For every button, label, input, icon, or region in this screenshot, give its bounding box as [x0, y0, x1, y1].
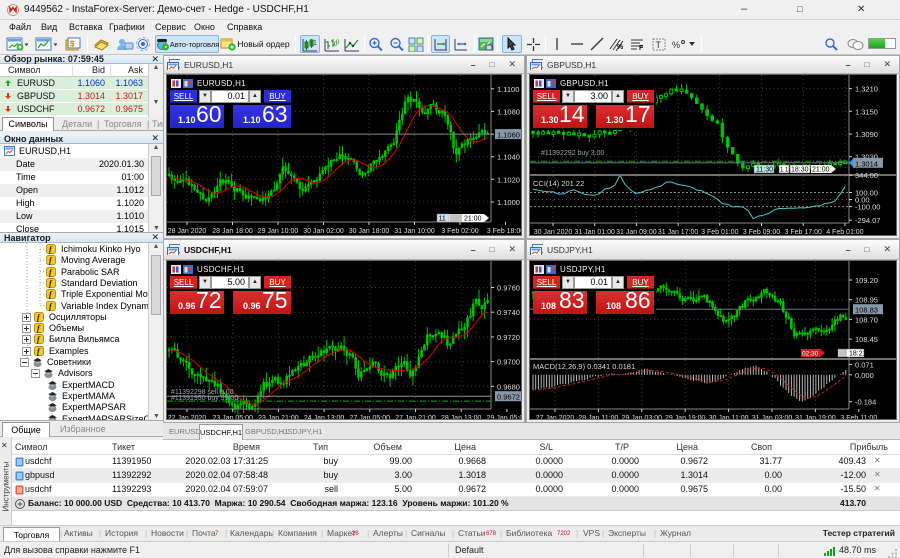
svg-text:-100.00: -100.00 [855, 203, 880, 212]
svg-text:18:30: 18:30 [791, 167, 809, 174]
svg-text:0.9700: 0.9700 [497, 358, 520, 367]
svg-text:31 Jan 01:00: 31 Jan 01:00 [574, 229, 615, 236]
svg-text:1.3150: 1.3150 [855, 107, 878, 116]
svg-text:108.95: 108.95 [855, 296, 878, 305]
svg-text:30 Jan 11:00: 30 Jan 11:00 [709, 415, 749, 420]
svg-text:1.1020: 1.1020 [497, 175, 520, 184]
svg-text:31 Jan 09:00: 31 Jan 09:00 [616, 229, 657, 236]
svg-text:28 Jan 2020: 28 Jan 2020 [168, 228, 207, 235]
svg-text:1.1040: 1.1040 [497, 153, 520, 162]
svg-text:0.9680: 0.9680 [497, 382, 520, 391]
svg-text:109.20: 109.20 [855, 276, 878, 285]
svg-text:4 Feb 01:00: 4 Feb 01:00 [826, 229, 863, 236]
svg-text:29 Jan 03:00: 29 Jan 03:00 [622, 415, 663, 420]
svg-text:31 Jan 03:00: 31 Jan 03:00 [752, 415, 793, 420]
svg-text:$: $ [70, 39, 75, 48]
svg-text:1.3210: 1.3210 [855, 85, 878, 94]
svg-text:31 Jan 10:00: 31 Jan 10:00 [394, 228, 435, 235]
svg-text:-294.07: -294.07 [855, 216, 880, 225]
svg-text:27 Jan 05:00: 27 Jan 05:00 [350, 415, 391, 420]
svg-text:0.000: 0.000 [855, 371, 874, 380]
svg-text:29 Jan 10:00: 29 Jan 10:00 [258, 228, 299, 235]
svg-text:3 Feb 01:00: 3 Feb 01:00 [701, 229, 738, 236]
svg-text:344.00: 344.00 [855, 171, 878, 180]
svg-text:11:30: 11:30 [756, 167, 773, 174]
svg-text:28 Jan 11:00: 28 Jan 11:00 [578, 415, 618, 420]
svg-text:1 1: 1 1 [780, 168, 789, 174]
svg-text:28 Jan 18:00: 28 Jan 18:00 [212, 228, 253, 235]
svg-text:1.3014: 1.3014 [855, 159, 878, 168]
svg-text:30 Jan 18:00: 30 Jan 18:00 [349, 228, 390, 235]
svg-text:22 Jan 2020: 22 Jan 2020 [168, 415, 207, 420]
svg-text:21:00: 21:00 [464, 216, 482, 223]
svg-text:11: 11 [439, 216, 446, 223]
svg-text:%: % [617, 44, 624, 51]
svg-text:0: 0 [336, 40, 340, 46]
svg-text:0.9740: 0.9740 [497, 308, 520, 317]
svg-text:29 Jan 19:00: 29 Jan 19:00 [665, 415, 706, 420]
svg-text:108.70: 108.70 [855, 315, 878, 324]
svg-text:0.9720: 0.9720 [497, 333, 520, 342]
svg-text:%: % [672, 40, 680, 50]
svg-text:27 Jan 21:00: 27 Jan 21:00 [395, 415, 436, 420]
svg-text:3 Feb 18:00: 3 Feb 18:00 [487, 228, 522, 235]
svg-text:0.9760: 0.9760 [497, 284, 520, 293]
svg-text:#11392292 buy 3.00: #11392292 buy 3.00 [541, 150, 604, 157]
svg-text:0.071: 0.071 [855, 360, 874, 369]
svg-text:1.3090: 1.3090 [855, 130, 878, 139]
svg-text:30 Jan 2020: 30 Jan 2020 [534, 229, 573, 236]
svg-text:108.83: 108.83 [855, 306, 878, 315]
svg-text:1.1100: 1.1100 [497, 85, 519, 94]
svg-text:23 Jan 21:00: 23 Jan 21:00 [258, 415, 299, 420]
svg-text:31 Jan 19:00: 31 Jan 19:00 [795, 415, 836, 420]
svg-text:1.1000: 1.1000 [497, 198, 520, 207]
svg-text:24 Jan 13:00: 24 Jan 13:00 [304, 415, 345, 420]
svg-text:3 Feb 17:00: 3 Feb 17:00 [785, 229, 822, 236]
svg-text:T: T [656, 40, 662, 50]
svg-text:28 Jan 13:00: 28 Jan 13:00 [441, 415, 482, 420]
svg-text:23 Jan 05:00: 23 Jan 05:00 [212, 415, 253, 420]
svg-text:CCI(14) 201.22: CCI(14) 201.22 [533, 179, 584, 188]
svg-text:1: 1 [313, 40, 317, 47]
svg-text:3 Feb 09:00: 3 Feb 09:00 [743, 229, 780, 236]
svg-text:108.45: 108.45 [855, 335, 878, 344]
svg-text:-0.184: -0.184 [855, 398, 876, 407]
svg-text:0.9672: 0.9672 [497, 393, 520, 402]
svg-text:02:30: 02:30 [802, 351, 819, 358]
svg-text:18:21: 18:21 [849, 351, 867, 358]
svg-text:21:00: 21:00 [812, 167, 830, 174]
svg-text:30 Jan 02:00: 30 Jan 02:00 [303, 228, 344, 235]
svg-text:F: F [639, 45, 644, 51]
svg-text:29 Jan 05:00: 29 Jan 05:00 [487, 415, 522, 420]
svg-text:3 Feb 11:00: 3 Feb 11:00 [840, 415, 877, 420]
svg-text:3 Feb 02:00: 3 Feb 02:00 [441, 228, 478, 235]
svg-text:MACD(12,26,9) 0.0341 0.0181: MACD(12,26,9) 0.0341 0.0181 [533, 362, 635, 371]
svg-text:#11391950 buy 99.00: #11391950 buy 99.00 [171, 395, 238, 402]
svg-text:27 Jan 2020: 27 Jan 2020 [536, 415, 575, 420]
svg-text:1.1060: 1.1060 [497, 131, 520, 140]
svg-text:1.1080: 1.1080 [497, 107, 520, 116]
svg-text:31 Jan 17:00: 31 Jan 17:00 [658, 229, 699, 236]
